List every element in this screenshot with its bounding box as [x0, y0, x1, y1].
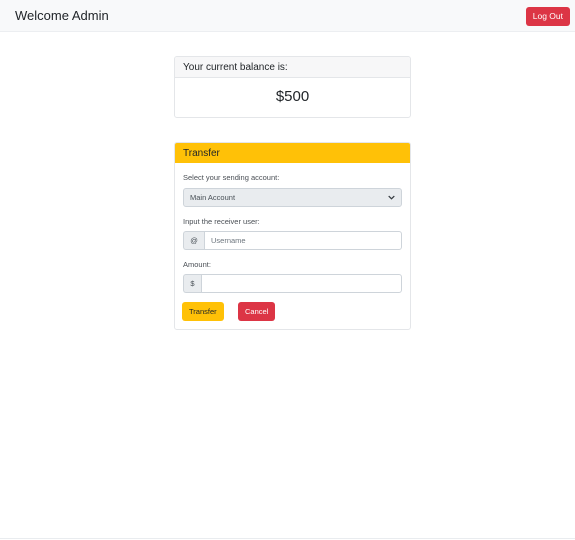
receiver-username-input[interactable]	[204, 231, 402, 250]
sending-account-label: Select your sending account:	[183, 173, 280, 182]
navbar: Welcome Admin Log Out	[0, 0, 575, 32]
sending-account-value: Main Account	[190, 193, 236, 202]
balance-card: Your current balance is: $500	[174, 56, 411, 118]
transfer-card: Transfer Select your sending account: Ma…	[174, 142, 411, 330]
page-bottom-divider	[0, 538, 575, 539]
at-sign-addon: @	[183, 231, 204, 250]
cancel-button[interactable]: Cancel	[238, 302, 276, 321]
chevron-down-icon	[388, 195, 395, 200]
sending-account-select[interactable]: Main Account	[183, 188, 402, 207]
logout-button[interactable]: Log Out	[525, 7, 570, 26]
receiver-input-group: @	[183, 231, 402, 250]
balance-amount: $500	[275, 88, 310, 105]
balance-header: Your current balance is:	[175, 57, 410, 78]
dollar-sign-addon: $	[183, 274, 201, 293]
transfer-button[interactable]: Transfer	[182, 302, 224, 321]
amount-input-group: $	[183, 274, 402, 293]
navbar-brand[interactable]: Welcome Admin	[15, 8, 109, 23]
transfer-header: Transfer	[175, 143, 410, 163]
amount-label: Amount:	[183, 260, 211, 269]
amount-input[interactable]	[201, 274, 402, 293]
receiver-label: Input the receiver user:	[183, 217, 260, 226]
